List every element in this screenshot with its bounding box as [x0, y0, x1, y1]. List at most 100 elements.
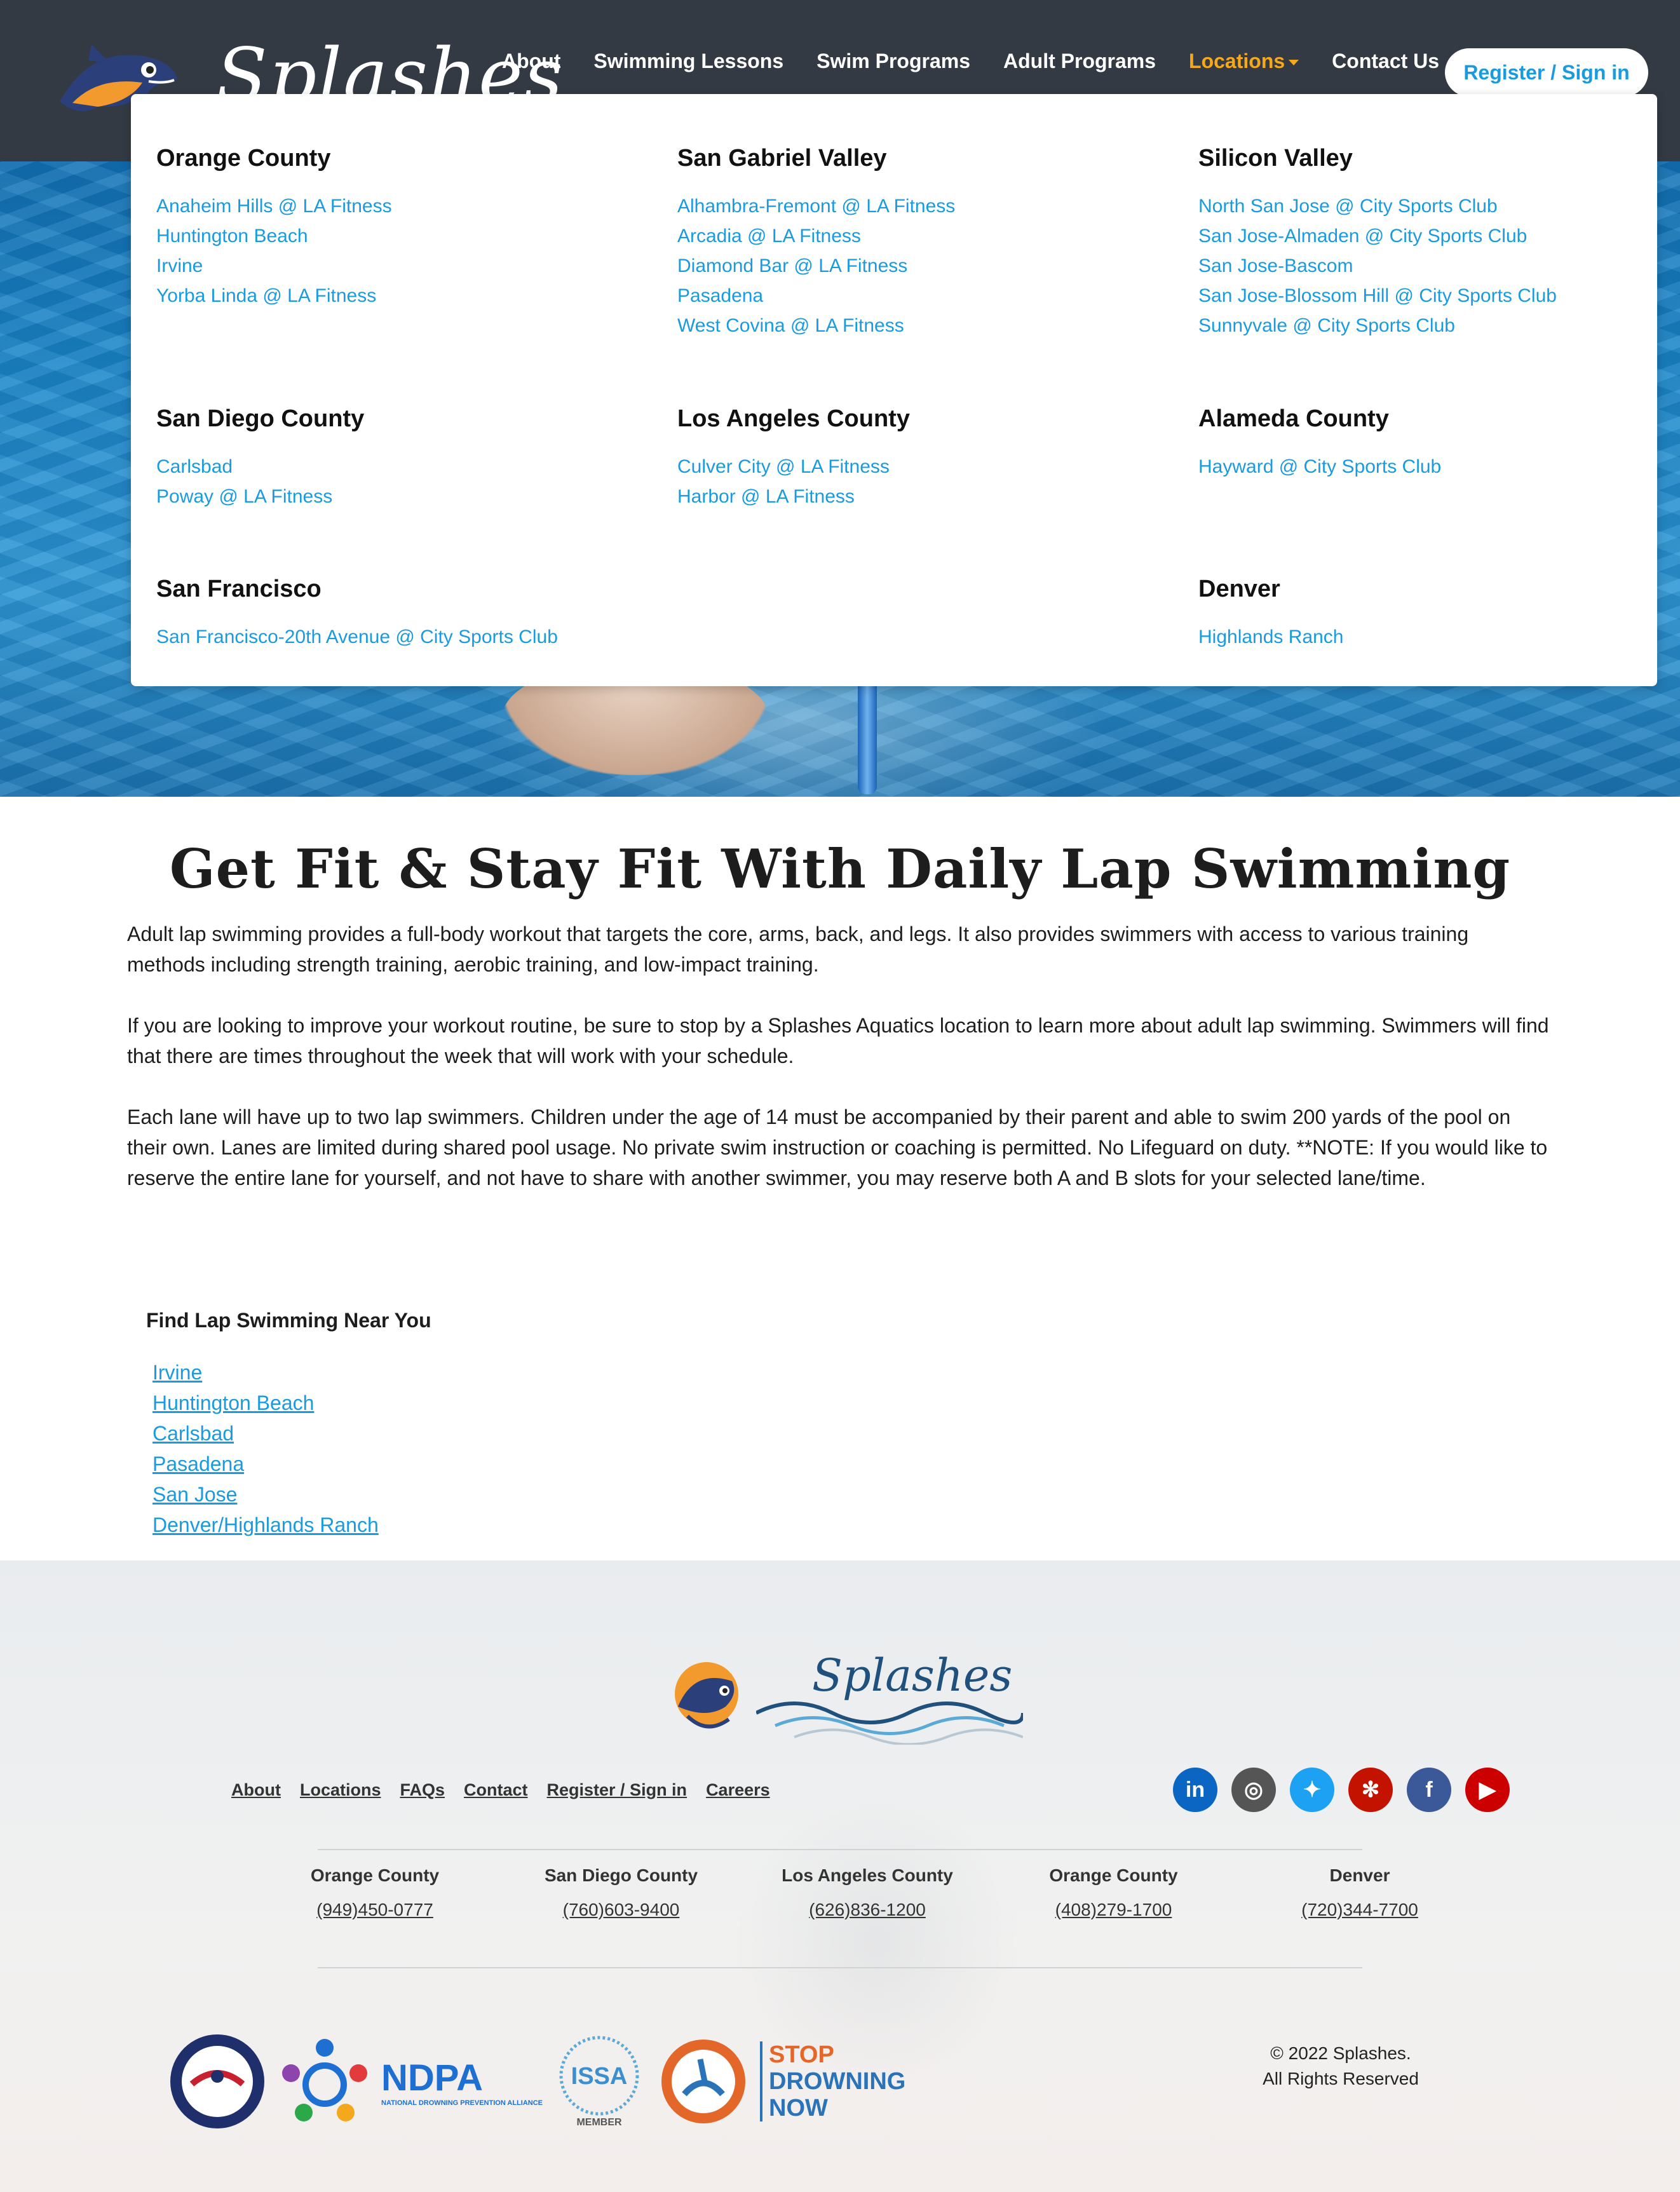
find-location-link[interactable]: San Jose: [152, 1479, 379, 1510]
footer-divider: [318, 1967, 1362, 1968]
footer: Splashes About Locations FAQs Contact Re…: [0, 1560, 1680, 2192]
linkedin-icon[interactable]: in: [1173, 1768, 1217, 1812]
region-title: Los Angeles County: [677, 405, 910, 432]
contact-phone-link[interactable]: (760)603-9400: [501, 1900, 742, 1920]
issa-seal-icon: ISSA: [559, 2036, 639, 2116]
find-location-link[interactable]: Carlsbad: [152, 1418, 379, 1449]
footer-link-about[interactable]: About: [231, 1780, 281, 1800]
location-link[interactable]: Harbor @ LA Fitness: [677, 482, 910, 511]
footer-link-faqs[interactable]: FAQs: [400, 1780, 445, 1800]
location-link[interactable]: San Francisco-20th Avenue @ City Sports …: [156, 622, 558, 652]
find-locations-list: Irvine Huntington Beach Carlsbad Pasaden…: [152, 1357, 379, 1540]
nav-about[interactable]: About: [502, 50, 560, 73]
location-link[interactable]: Arcadia @ LA Fitness: [677, 221, 955, 251]
stop-drowning-now-badge: STOP DROWNING NOW: [760, 2041, 905, 2121]
facebook-icon[interactable]: f: [1407, 1768, 1451, 1812]
nav-locations-label: Locations: [1189, 50, 1285, 72]
location-link[interactable]: Yorba Linda @ LA Fitness: [156, 281, 392, 311]
location-link[interactable]: Sunnyvale @ City Sports Club: [1198, 311, 1557, 341]
location-link[interactable]: West Covina @ LA Fitness: [677, 311, 955, 341]
find-location-link[interactable]: Denver/Highlands Ranch: [152, 1510, 379, 1540]
contact-region: Orange County: [1049, 1865, 1178, 1885]
find-lap-swimming-heading: Find Lap Swimming Near You: [146, 1309, 431, 1332]
drowning-label: DROWNING: [769, 2068, 906, 2095]
location-link[interactable]: San Jose-Blossom Hill @ City Sports Club: [1198, 281, 1557, 311]
footer-link-contact[interactable]: Contact: [464, 1780, 528, 1800]
contact-phone-link[interactable]: (720)344-7700: [1239, 1900, 1480, 1920]
location-link[interactable]: Poway @ LA Fitness: [156, 482, 364, 511]
region-title: San Diego County: [156, 405, 365, 432]
svg-text:ISSA: ISSA: [571, 2063, 628, 2090]
twitter-icon[interactable]: ✦: [1290, 1768, 1334, 1812]
region-silicon-valley: Silicon Valley North San Jose @ City Spo…: [1198, 145, 1557, 341]
contact-phone-link[interactable]: (949)450-0777: [254, 1900, 496, 1920]
affiliation-badges: NDPA NATIONAL DROWNING PREVENTION ALLIAN…: [166, 2031, 905, 2132]
shark-logo-icon[interactable]: [668, 1656, 745, 1738]
nav-swimming-lessons[interactable]: Swimming Lessons: [593, 50, 783, 73]
location-link[interactable]: San Jose-Almaden @ City Sports Club: [1198, 221, 1557, 251]
routine-paragraph: If you are looking to improve your worko…: [127, 1014, 1549, 1067]
region-san-diego-county: San Diego County Carlsbad Poway @ LA Fit…: [156, 405, 364, 511]
contact-block: Denver (720)344-7700: [1239, 1865, 1480, 1920]
region-title: Alameda County: [1198, 405, 1389, 432]
register-sign-in-button[interactable]: Register / Sign in: [1445, 48, 1648, 97]
location-link[interactable]: Anaheim Hills @ LA Fitness: [156, 191, 392, 221]
contact-phone-link[interactable]: (626)836-1200: [747, 1900, 988, 1920]
location-link[interactable]: San Jose-Bascom: [1198, 251, 1557, 281]
find-location-link[interactable]: Irvine: [152, 1357, 379, 1388]
us-swim-school-badge-icon: [170, 2034, 264, 2128]
location-link[interactable]: North San Jose @ City Sports Club: [1198, 191, 1557, 221]
caret-down-icon: [1289, 60, 1299, 66]
region-san-gabriel-valley: San Gabriel Valley Alhambra-Fremont @ LA…: [677, 145, 955, 341]
main-nav: About Swimming Lessons Swim Programs Adu…: [502, 50, 1472, 73]
location-link[interactable]: Culver City @ LA Fitness: [677, 452, 910, 482]
location-link[interactable]: Carlsbad: [156, 452, 364, 482]
footer-link-locations[interactable]: Locations: [300, 1780, 381, 1800]
footer-link-careers[interactable]: Careers: [706, 1780, 770, 1800]
stop-drowning-hand-icon: [661, 2040, 746, 2123]
intro-paragraph: Adult lap swimming provides a full-body …: [127, 923, 1469, 976]
footer-nav: About Locations FAQs Contact Register / …: [231, 1780, 789, 1800]
nav-adult-programs[interactable]: Adult Programs: [1003, 50, 1156, 73]
region-title: Silicon Valley: [1198, 145, 1353, 172]
ndpa-title: NDPA: [381, 2057, 484, 2099]
nav-swim-programs[interactable]: Swim Programs: [816, 50, 970, 73]
yelp-icon[interactable]: ✻: [1348, 1768, 1393, 1812]
instagram-icon[interactable]: ◎: [1231, 1768, 1276, 1812]
region-orange-county: Orange County Anaheim Hills @ LA Fitness…: [156, 145, 392, 311]
contact-region: Denver: [1329, 1865, 1390, 1885]
location-link[interactable]: Huntington Beach: [156, 221, 392, 251]
people-circle-badge-icon: [282, 2039, 367, 2121]
ndpa-subtitle: NATIONAL DROWNING PREVENTION ALLIANCE: [381, 2099, 543, 2107]
footer-link-register[interactable]: Register / Sign in: [547, 1780, 688, 1800]
location-link[interactable]: Irvine: [156, 251, 392, 281]
location-link[interactable]: Alhambra-Fremont @ LA Fitness: [677, 191, 955, 221]
contact-region: Los Angeles County: [782, 1865, 953, 1885]
find-location-link[interactable]: Pasadena: [152, 1449, 379, 1479]
page-title: Get Fit & Stay Fit With Daily Lap Swimmi…: [169, 837, 1511, 900]
contact-block: Orange County (949)450-0777: [254, 1865, 496, 1920]
footer-divider: [318, 1849, 1362, 1850]
region-san-francisco: San Francisco San Francisco-20th Avenue …: [156, 576, 558, 652]
issa-badge: ISSA MEMBER: [552, 2034, 647, 2128]
location-link[interactable]: Hayward @ City Sports Club: [1198, 452, 1441, 482]
nav-contact-us[interactable]: Contact Us: [1332, 50, 1439, 73]
wave-decoration-icon: [756, 1702, 1023, 1745]
footer-contacts: Orange County (949)450-0777 San Diego Co…: [254, 1865, 1480, 1920]
now-label: NOW: [769, 2095, 828, 2121]
copyright-line: © 2022 Splashes.: [1270, 2043, 1411, 2063]
location-link[interactable]: Pasadena: [677, 281, 955, 311]
location-link[interactable]: Highlands Ranch: [1198, 622, 1343, 652]
location-link[interactable]: Diamond Bar @ LA Fitness: [677, 251, 955, 281]
youtube-icon[interactable]: ▶: [1465, 1768, 1510, 1812]
find-location-link[interactable]: Huntington Beach: [152, 1388, 379, 1418]
copyright: © 2022 Splashes. All Rights Reserved: [1207, 2041, 1474, 2092]
contact-block: San Diego County (760)603-9400: [501, 1865, 742, 1920]
region-los-angeles-county: Los Angeles County Culver City @ LA Fitn…: [677, 405, 910, 511]
region-title: San Francisco: [156, 576, 322, 602]
region-title: Orange County: [156, 145, 331, 172]
contact-region: Orange County: [310, 1865, 440, 1885]
contact-phone-link[interactable]: (408)279-1700: [993, 1900, 1235, 1920]
contact-region: San Diego County: [544, 1865, 698, 1885]
nav-locations[interactable]: Locations: [1189, 50, 1299, 73]
